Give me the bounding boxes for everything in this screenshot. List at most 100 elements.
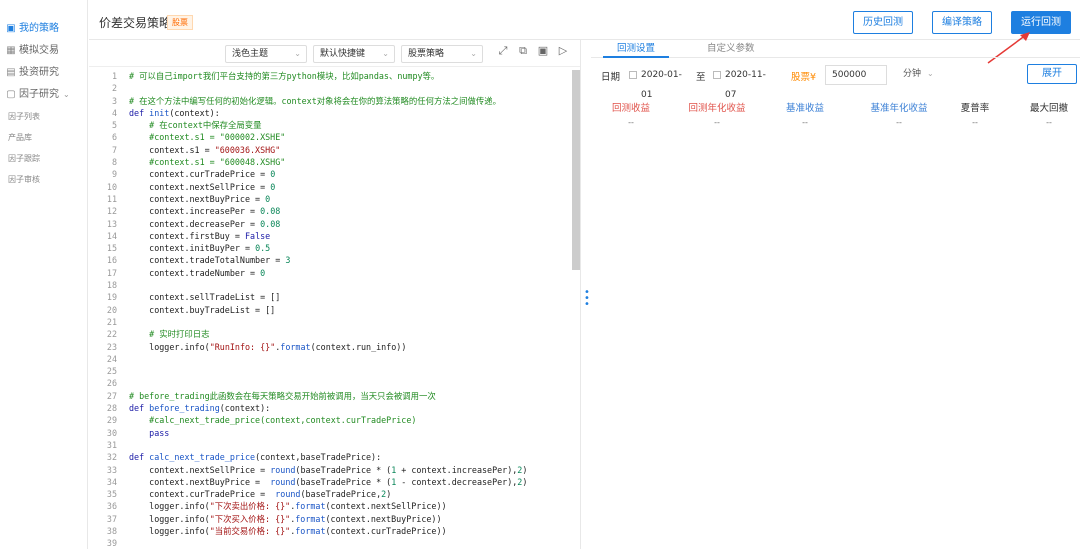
code-token: context.nextBuyPrice =: [129, 476, 271, 487]
sidebar-item-my-strategy[interactable]: ▣ 我的策略: [0, 18, 87, 40]
code-token: ): [386, 489, 392, 500]
code-line[interactable]: 27 # before_trading此函数会在每天策略交易开始前被调用，当天只会…: [89, 390, 570, 402]
line-number: 12: [106, 206, 117, 217]
code-line[interactable]: 24: [89, 353, 570, 365]
code-line[interactable]: 14 context.firstBuy = False: [89, 230, 570, 242]
code-token: #context.s1 = "000002.XSHE": [149, 132, 286, 143]
sidebar-item-sim-trading[interactable]: ▦ 模拟交易: [0, 40, 87, 62]
code-token: round: [275, 489, 301, 500]
shortcut-select[interactable]: 默认快捷键 ⌄: [313, 45, 395, 63]
frequency-select-value: 分钟: [903, 69, 922, 79]
sidebar-subitem-factor-list[interactable]: 因子列表: [0, 106, 87, 127]
sidebar-subitem-factor-review[interactable]: 因子审核: [0, 169, 87, 190]
code-token: (context.nextBuyPrice)): [325, 513, 442, 524]
code-line[interactable]: 39: [89, 537, 570, 549]
code-token: ): [522, 464, 528, 475]
strategy-type-badge: 股票: [167, 15, 193, 30]
sidebar-subitem-factor-tracking[interactable]: 因子跟踪: [0, 148, 87, 169]
code-line[interactable]: 5 # 在context中保存全局变量: [89, 119, 570, 131]
code-line[interactable]: 18: [89, 279, 570, 291]
capital-input[interactable]: 500000: [825, 65, 887, 85]
code-line[interactable]: 9 context.curTradePrice = 0: [89, 168, 570, 180]
line-number: 17: [106, 267, 117, 278]
code-line[interactable]: 4 def init(context):: [89, 107, 570, 119]
code-line[interactable]: 34 context.nextBuyPrice = round(baseTrad…: [89, 476, 570, 488]
tab-backtest-settings[interactable]: 回测设置: [603, 40, 670, 58]
code-line[interactable]: 23 logger.info("RunInfo: {}".format(cont…: [89, 341, 570, 353]
code-line[interactable]: 19 context.sellTradeList = []: [89, 291, 570, 303]
start-date-field[interactable]: 2020-01-01: [627, 65, 693, 100]
code-line[interactable]: 36 logger.info("下次卖出价格: {}".format(conte…: [89, 500, 570, 512]
theme-select[interactable]: 浅色主题 ⌄: [225, 45, 307, 63]
code-line[interactable]: 11 context.nextBuyPrice = 0: [89, 193, 570, 205]
code-line[interactable]: 37 logger.info("下次买入价格: {}".format(conte…: [89, 513, 570, 525]
editor-toolbar: 浅色主题 ⌄ 默认快捷键 ⌄ 股票策略 ⌄ ⤢ ⧉ ▣ ▷: [89, 40, 580, 67]
code-line[interactable]: 15 context.initBuyPer = 0.5: [89, 242, 570, 254]
code-line[interactable]: 17 context.tradeNumber = 0: [89, 267, 570, 279]
backtest-tabs: 回测设置 自定义参数: [591, 40, 1080, 58]
code-line[interactable]: 13 context.decreasePer = 0.08: [89, 218, 570, 230]
panel-splitter-handle[interactable]: • • •: [584, 288, 590, 310]
sidebar-item-research[interactable]: ▤ 投资研究: [0, 62, 87, 84]
code-line[interactable]: 38 logger.info("当前交易价格: {}".format(conte…: [89, 525, 570, 537]
code-line[interactable]: 16 context.tradeTotalNumber = 3: [89, 254, 570, 266]
code-token: # 在context中保存全局变量: [149, 120, 262, 131]
code-line[interactable]: 21: [89, 316, 570, 328]
code-line[interactable]: 32 def calc_next_trade_price(context,base…: [89, 451, 570, 463]
editor-scrollbar[interactable]: [572, 70, 580, 270]
code-line[interactable]: 1 # 可以自己import我们平台支持的第三方python模块，比如pandas…: [89, 70, 570, 82]
play-icon[interactable]: ▷: [557, 45, 569, 57]
line-number: 18: [106, 280, 117, 291]
code-token: 0.08: [260, 218, 281, 229]
expand-button[interactable]: 展开: [1027, 64, 1077, 84]
code-line[interactable]: 30 pass: [89, 427, 570, 439]
start-date-value: 2020-01-01: [641, 70, 682, 100]
code-token: 0: [260, 267, 266, 278]
history-backtest-button[interactable]: 历史回测: [853, 11, 913, 34]
sidebar-item-factor-research[interactable]: ▢ 因子研究 ⌄: [0, 84, 87, 106]
code-token: context.buyTradeList = []: [129, 304, 276, 315]
code-line[interactable]: 20 context.buyTradeList = []: [89, 304, 570, 316]
code-token: 0: [270, 169, 276, 180]
code-area[interactable]: 1 # 可以自己import我们平台支持的第三方python模块，比如pandas…: [89, 70, 570, 549]
code-line[interactable]: 31: [89, 439, 570, 451]
code-line[interactable]: 35 context.curTradePrice = round(baseTra…: [89, 488, 570, 500]
sidebar-item-label: 因子研究: [19, 89, 59, 100]
code-token: # before_trading此函数会在每天策略交易开始前被调用，当天只会被调…: [129, 390, 436, 401]
code-line[interactable]: 7 context.s1 = "600036.XSHG": [89, 144, 570, 156]
code-token: before_trading: [149, 403, 220, 414]
document-icon: ▣: [6, 23, 16, 34]
end-date-field[interactable]: 2020-11-07: [711, 65, 777, 100]
code-line[interactable]: 12 context.increasePer = 0.08: [89, 205, 570, 217]
line-number: 21: [106, 316, 117, 327]
code-line[interactable]: 3 # 在这个方法中编写任何的初始化逻辑。context对象将会在你的算法策略的任…: [89, 95, 570, 107]
code-token: (context.run_info)): [310, 341, 407, 352]
code-line[interactable]: 22 # 实时打印日志: [89, 328, 570, 340]
tab-custom-params[interactable]: 自定义参数: [693, 40, 769, 58]
code-line[interactable]: 28 def before_trading(context):: [89, 402, 570, 414]
copy-icon[interactable]: ⧉: [517, 45, 529, 57]
sidebar-subitem-product-library[interactable]: 产品库: [0, 127, 87, 148]
sidebar-item-label: 投资研究: [19, 67, 59, 78]
code-line[interactable]: 2: [89, 82, 570, 94]
code-line[interactable]: 25: [89, 365, 570, 377]
code-line[interactable]: 26: [89, 377, 570, 389]
date-range-separator: 至: [696, 72, 706, 83]
stat-value: --: [972, 118, 978, 127]
end-date-value: 2020-11-07: [725, 70, 766, 100]
save-icon[interactable]: ▣: [537, 45, 549, 57]
stat-label: 回测收益: [611, 103, 650, 114]
code-line[interactable]: 33 context.nextSellPrice = round(baseTra…: [89, 464, 570, 476]
frequency-select[interactable]: 分钟 ⌄: [897, 65, 949, 85]
strategy-type-select[interactable]: 股票策略 ⌄: [401, 45, 483, 63]
compile-strategy-button[interactable]: 编译策略: [932, 11, 992, 34]
fullscreen-icon[interactable]: ⤢: [497, 45, 509, 57]
code-token: (context):: [219, 403, 271, 414]
code-line[interactable]: 6 #context.s1 = "000002.XSHE": [89, 131, 570, 143]
code-token: False: [244, 230, 271, 241]
code-token: #context.s1 = "600048.XSHG": [149, 157, 286, 168]
code-line[interactable]: 29 #calc_next_trade_price(context,contex…: [89, 414, 570, 426]
code-line[interactable]: 8 #context.s1 = "600048.XSHG": [89, 156, 570, 168]
code-line[interactable]: 10 context.nextSellPrice = 0: [89, 181, 570, 193]
